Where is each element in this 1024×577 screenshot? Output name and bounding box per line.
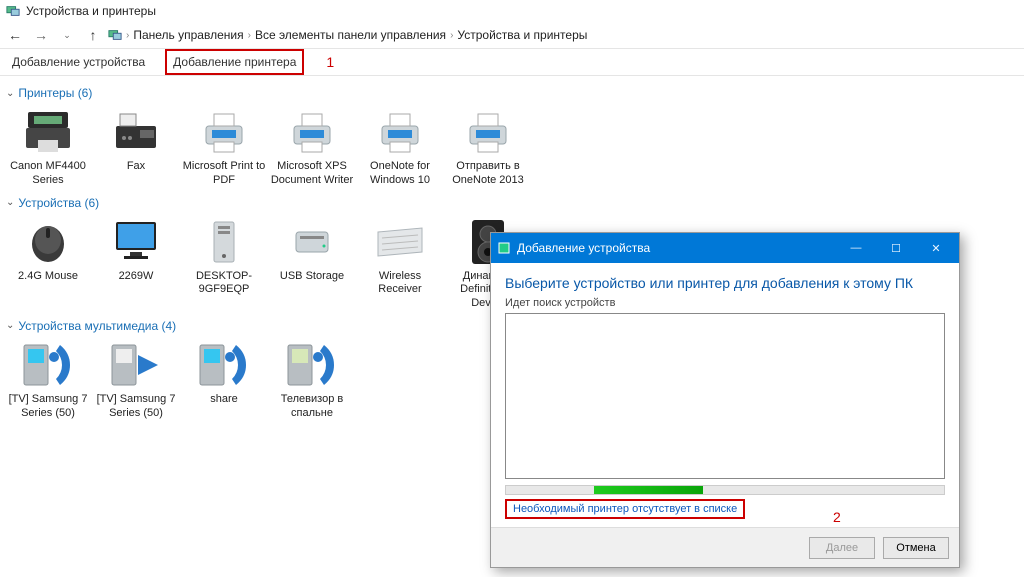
device-item[interactable]: Телевизор в спальне (268, 337, 356, 425)
chevron-right-icon: › (450, 30, 453, 41)
device-item[interactable]: Microsoft Print to PDF (180, 104, 268, 192)
window-titlebar: Устройства и принтеры (0, 0, 1024, 22)
media-renderer-icon (108, 341, 164, 389)
device-label: [TV] Samsung 7 Series (50) (6, 393, 90, 421)
device-label: Canon MF4400 Series (6, 160, 90, 188)
cancel-button[interactable]: Отмена (883, 537, 949, 559)
device-label: DESKTOP-9GF9EQP (182, 270, 266, 298)
device-label: share (210, 393, 238, 407)
section-devices-header[interactable]: ⌄ Устройства (6) (4, 192, 1020, 214)
next-button[interactable]: Далее (809, 537, 875, 559)
storage-icon (284, 218, 340, 266)
chevron-down-icon: ⌄ (6, 320, 14, 331)
device-label: Microsoft XPS Document Writer (270, 160, 354, 188)
device-item[interactable]: OneNote for Windows 10 (356, 104, 444, 192)
device-label: 2269W (119, 270, 154, 284)
section-title: Устройства мультимедиа (4) (18, 319, 176, 333)
printer-not-listed-link[interactable]: Необходимый принтер отсутствует в списке (505, 499, 745, 519)
device-label: Wireless Receiver (358, 270, 442, 298)
monitor-icon (108, 218, 164, 266)
add-device-button[interactable]: Добавление устройства (6, 51, 151, 73)
chevron-down-icon: ⌄ (6, 88, 14, 99)
up-button[interactable]: ↑ (82, 24, 104, 46)
breadcrumb-item[interactable]: Устройства и принтеры (457, 28, 587, 42)
media-server-icon (196, 341, 252, 389)
device-label: OneNote for Windows 10 (358, 160, 442, 188)
device-item[interactable]: Wireless Receiver (356, 214, 444, 315)
search-progress (505, 485, 945, 495)
dialog-body: Выберите устройство или принтер для доба… (491, 263, 959, 527)
section-printers-header[interactable]: ⌄ Принтеры (6) (4, 82, 1020, 104)
keyboard-icon (372, 218, 428, 266)
chevron-right-icon: › (126, 30, 129, 41)
wizard-icon (497, 241, 511, 255)
device-item[interactable]: Canon MF4400 Series (4, 104, 92, 192)
section-title: Устройства (6) (18, 196, 99, 210)
add-printer-button[interactable]: Добавление принтера (165, 49, 304, 75)
device-item[interactable]: Fax (92, 104, 180, 192)
mouse-icon (20, 218, 76, 266)
media-server-icon (284, 341, 340, 389)
device-label: Fax (127, 160, 145, 174)
devices-path-icon (108, 28, 122, 42)
device-label: Телевизор в спальне (270, 393, 354, 421)
chevron-down-icon: ⌄ (6, 197, 14, 208)
device-label: [TV] Samsung 7 Series (50) (94, 393, 178, 421)
device-label: USB Storage (280, 270, 344, 284)
close-button[interactable]: ✕ (919, 242, 953, 255)
forward-button[interactable]: → (30, 24, 52, 46)
device-item[interactable]: [TV] Samsung 7 Series (50) (4, 337, 92, 425)
dialog-heading: Выберите устройство или принтер для доба… (505, 275, 945, 291)
breadcrumb[interactable]: › Панель управления › Все элементы панел… (126, 28, 587, 42)
back-button[interactable]: ← (4, 24, 26, 46)
dialog-title: Добавление устройства (517, 241, 650, 255)
device-item[interactable]: USB Storage (268, 214, 356, 315)
fax-icon (108, 108, 164, 156)
progress-bar-fill (594, 486, 704, 494)
mfp-printer-icon (20, 108, 76, 156)
minimize-button[interactable]: — (839, 242, 873, 254)
device-item[interactable]: 2.4G Mouse (4, 214, 92, 315)
device-item[interactable]: share (180, 337, 268, 425)
device-item[interactable]: [TV] Samsung 7 Series (50) (92, 337, 180, 425)
section-title: Принтеры (6) (18, 86, 92, 100)
devices-icon (6, 4, 20, 18)
annotation-1: 1 (318, 54, 334, 70)
device-item[interactable]: Отправить в OneNote 2013 (444, 104, 532, 192)
device-label: Отправить в OneNote 2013 (446, 160, 530, 188)
printer-icon (372, 108, 428, 156)
add-device-dialog: Добавление устройства — ☐ ✕ Выберите уст… (490, 232, 960, 568)
device-item[interactable]: 2269W (92, 214, 180, 315)
dialog-footer: Далее Отмена (491, 527, 959, 567)
maximize-button[interactable]: ☐ (879, 242, 913, 255)
dialog-subtext: Идет поиск устройств (505, 297, 945, 309)
window-title: Устройства и принтеры (26, 4, 156, 18)
printers-row: Canon MF4400 Series Fax Microsoft Print … (4, 104, 1020, 192)
breadcrumb-item[interactable]: Панель управления (133, 28, 243, 42)
breadcrumb-item[interactable]: Все элементы панели управления (255, 28, 446, 42)
navigation-bar: ← → ⌄ ↑ › Панель управления › Все элемен… (0, 22, 1024, 48)
device-item[interactable]: DESKTOP-9GF9EQP (180, 214, 268, 315)
desktop-pc-icon (196, 218, 252, 266)
command-toolbar: Добавление устройства Добавление принтер… (0, 48, 1024, 76)
device-label: 2.4G Mouse (18, 270, 78, 284)
dialog-titlebar[interactable]: Добавление устройства — ☐ ✕ (491, 233, 959, 263)
recent-dropdown[interactable]: ⌄ (56, 24, 78, 46)
media-server-icon (20, 341, 76, 389)
device-item[interactable]: Microsoft XPS Document Writer (268, 104, 356, 192)
printer-icon (196, 108, 252, 156)
annotation-2: 2 (825, 509, 841, 525)
device-label: Microsoft Print to PDF (182, 160, 266, 188)
chevron-right-icon: › (248, 30, 251, 41)
printer-icon (460, 108, 516, 156)
device-listbox[interactable] (505, 313, 945, 479)
printer-icon (284, 108, 340, 156)
